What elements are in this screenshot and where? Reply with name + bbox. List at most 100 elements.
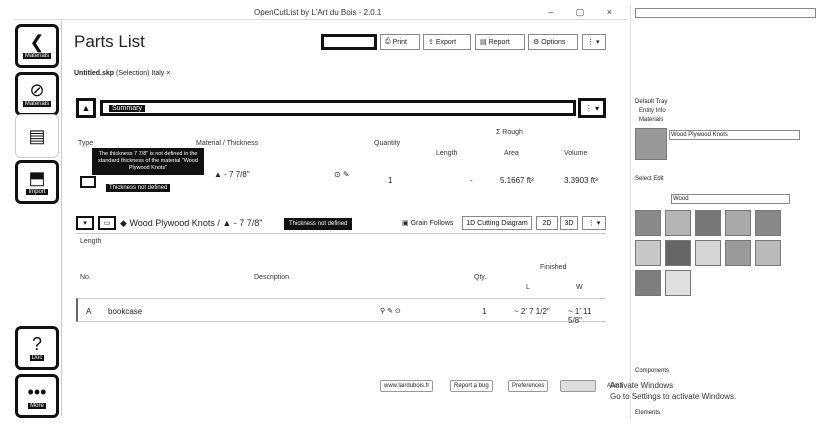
col-area: Area [504, 150, 519, 157]
activate-line-2: Go to Settings to activate Windows. [610, 392, 737, 401]
col-number: No. [80, 274, 91, 281]
col-volume: Volume [564, 150, 588, 157]
group-thickness: - 7 7/8" [233, 218, 263, 228]
collapse-icon[interactable]: ▲ [76, 98, 96, 118]
action-button[interactable] [560, 380, 596, 392]
material-name: Wood Plywood Knots [129, 218, 215, 228]
check-icon: ⊘ [29, 80, 45, 100]
cutting-diagram-3d-button[interactable]: 3D [560, 216, 578, 230]
material-category-select[interactable]: Wood [671, 194, 790, 204]
chevron-left-icon: ❮ [29, 32, 45, 52]
material-swatch[interactable] [725, 240, 751, 266]
material-tabs[interactable]: Select Edit [635, 176, 816, 182]
report-label: Report [488, 38, 510, 46]
thickness-tooltip: The thickness 7 7/8" is not defined in t… [92, 148, 204, 175]
elements-label[interactable]: Elements [635, 410, 816, 416]
material-swatch[interactable] [635, 210, 661, 236]
report-button[interactable]: ▤ Report [475, 34, 525, 50]
sheet-type-icon [80, 176, 96, 188]
material-swatch[interactable] [755, 240, 781, 266]
left-nav: ❮ Materials ⊘ Materials ▤ ⬒ Import ? Doc… [12, 20, 62, 418]
part-qty: 1 [482, 307, 487, 316]
part-width: ~ 1' 11 5/8" [568, 307, 592, 325]
nav-import-button[interactable]: ⬒ Import [15, 160, 59, 204]
tray-search-bar[interactable] [635, 8, 816, 18]
export-icon: ⇪ [428, 39, 434, 46]
export-button[interactable]: ⇪ Export [423, 34, 471, 50]
material-preview [635, 128, 667, 160]
summary-bar[interactable]: ▲ Summary ⋮ ▾ [76, 98, 606, 118]
material-icon: ◆ [120, 218, 127, 228]
length-label: Length [80, 238, 102, 245]
edit-icon[interactable]: ⊙ ✎ [334, 170, 350, 179]
nav-parts-button[interactable]: ▤ [15, 114, 59, 158]
nav-doc-button[interactable]: ? Doc [15, 326, 59, 370]
col-length: Length [436, 150, 458, 157]
nav-label: Materials [22, 101, 52, 107]
file-extra[interactable]: Italy × [151, 70, 170, 77]
material-swatch[interactable] [755, 210, 781, 236]
grain-label: Grain Follows [410, 220, 454, 227]
col-type: Type [78, 140, 94, 147]
warning-icon: ▲ [214, 170, 222, 179]
material-swatch[interactable] [665, 270, 691, 296]
file-line: Untitled.skp (Selection) Italy × [74, 70, 170, 77]
print-button[interactable]: ⎙ Print [380, 34, 420, 50]
import-icon: ⬒ [28, 168, 46, 188]
components-label[interactable]: Components [635, 368, 816, 374]
print-label: Print [392, 38, 408, 46]
material-swatch[interactable] [695, 240, 721, 266]
thickness-value: - 7 7/8" [224, 170, 250, 179]
material-swatch[interactable] [665, 210, 691, 236]
summary-thickness: ▲ - 7 7/8" [214, 170, 250, 179]
material-swatch[interactable] [665, 240, 691, 266]
nav-materials-button[interactable]: ⊘ Materials [15, 72, 59, 116]
generate-button[interactable] [321, 34, 377, 50]
part-description: bookcase [108, 307, 143, 316]
grain-follows[interactable]: ▣ Grain Follows [402, 219, 453, 227]
tab-edit[interactable]: Edit [653, 176, 663, 182]
group-type-icon: ▭ [98, 216, 116, 230]
col-L: L [526, 284, 530, 291]
table-row[interactable]: A bookcase ⚲ ✎ ⊙ 1 ~ 2' 7 1/2" ~ 1' 11 5… [76, 298, 606, 325]
entity-info-label[interactable]: Entity Info [639, 108, 816, 114]
group-collapse-button[interactable]: ▾ [76, 216, 94, 230]
col-material: Material / Thickness [196, 140, 259, 147]
file-name: Untitled.skp [74, 70, 115, 77]
warning-icon: ▲ [222, 218, 232, 228]
nav-label: Doc [29, 355, 45, 361]
nav-more-button[interactable]: ••• More [15, 374, 59, 418]
part-actions[interactable]: ⚲ ✎ ⊙ [380, 307, 401, 315]
options-button[interactable]: ⚙ Options [528, 34, 578, 50]
cutting-diagram-2d-button[interactable]: 2D [536, 216, 558, 230]
tab-select[interactable]: Select [635, 176, 652, 182]
summary-label: Summary [109, 105, 145, 112]
website-link[interactable]: www.lairdubois.fr [380, 380, 434, 392]
preferences-button[interactable]: Preferences [508, 380, 549, 392]
col-sum-rough: Σ Rough [496, 129, 523, 136]
cutting-diagram-1d-button[interactable]: 1D Cutting Diagram [462, 216, 532, 230]
material-swatch[interactable] [635, 270, 661, 296]
activate-windows-watermark: Activate Windows Go to Settings to activ… [610, 380, 790, 402]
part-length: ~ 2' 7 1/2" [514, 307, 550, 316]
grain-icon: ▣ [402, 220, 409, 227]
nav-back-button[interactable]: ❮ Materials [15, 24, 59, 68]
col-description: Description [254, 274, 290, 281]
summary-menu-button[interactable]: ⋮ ▾ [578, 98, 606, 118]
report-bug-link[interactable]: Report a bug [450, 380, 493, 392]
more-dropdown-button[interactable]: ⋮ ▾ [582, 34, 606, 50]
material-swatch[interactable] [635, 240, 661, 266]
materials-label[interactable]: Materials [639, 117, 816, 123]
group-menu-button[interactable]: ⋮ ▾ [582, 216, 606, 230]
nav-label: More [28, 403, 46, 409]
material-swatch[interactable] [695, 210, 721, 236]
material-name-field[interactable]: Wood Plywood Knots [669, 130, 800, 140]
options-label: Options [541, 38, 566, 46]
material-group-row: ▾ ▭ ◆ Wood Plywood Knots / ▲ - 7 7/8" Th… [76, 212, 606, 234]
row-actions[interactable]: ⊙ ✎ [334, 170, 350, 179]
nav-label: Materials [22, 53, 52, 59]
group-material: ◆ Wood Plywood Knots / ▲ - 7 7/8" [120, 218, 263, 228]
col-qty: Qty. [474, 274, 487, 281]
window-controls[interactable]: – ▢ × [548, 7, 622, 18]
material-swatch[interactable] [725, 210, 751, 236]
